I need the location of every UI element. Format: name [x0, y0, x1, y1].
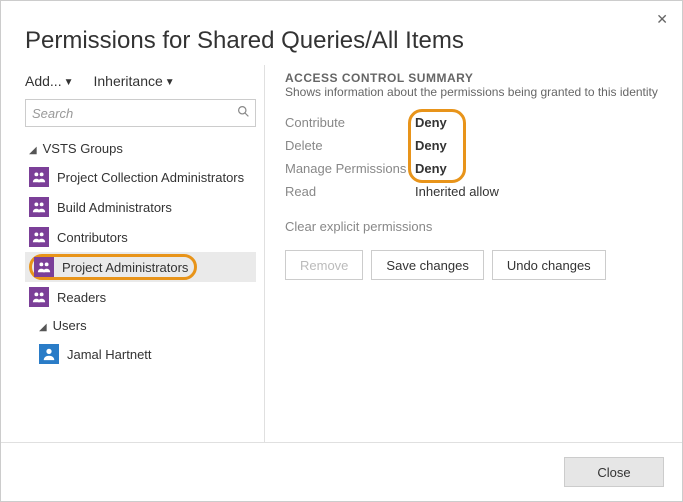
group-icon [29, 197, 49, 217]
group-icon [29, 167, 49, 187]
group-item-pca[interactable]: Project Collection Administrators [25, 162, 256, 192]
users-header[interactable]: ◢ Users [25, 312, 256, 339]
search-wrap [25, 99, 256, 127]
highlight-ring: Project Administrators [29, 254, 197, 280]
group-label: Build Administrators [57, 200, 172, 215]
group-item-readers[interactable]: Readers [25, 282, 256, 312]
identity-pane: Add...▼ Inheritance▼ ◢ VSTS Groups Proje… [25, 65, 265, 442]
perm-value-manage[interactable]: Deny [415, 161, 658, 176]
perm-value-delete[interactable]: Deny [415, 138, 658, 153]
search-input[interactable] [25, 99, 256, 127]
perm-label-manage: Manage Permissions [285, 161, 415, 176]
group-icon [34, 257, 54, 277]
group-item-build[interactable]: Build Administrators [25, 192, 256, 222]
perm-label-read: Read [285, 184, 415, 199]
group-item-contributors[interactable]: Contributors [25, 222, 256, 252]
group-label: Project Administrators [62, 260, 188, 275]
dialog-body: Add...▼ Inheritance▼ ◢ VSTS Groups Proje… [1, 65, 682, 442]
perm-value-contribute[interactable]: Deny [415, 115, 658, 130]
perm-value-read[interactable]: Inherited allow [415, 184, 658, 199]
search-icon [237, 105, 250, 121]
clear-permissions-link[interactable]: Clear explicit permissions [285, 219, 658, 234]
add-label: Add... [25, 73, 62, 89]
collapse-icon: ◢ [29, 145, 39, 156]
group-item-project-admins[interactable]: Project Administrators [25, 252, 256, 282]
inheritance-dropdown[interactable]: Inheritance▼ [94, 73, 175, 89]
perm-label-contribute: Contribute [285, 115, 415, 130]
group-icon [29, 227, 49, 247]
users-label: Users [53, 318, 87, 333]
save-changes-button[interactable]: Save changes [371, 250, 483, 280]
close-button[interactable]: Close [564, 457, 664, 487]
identity-toolbar: Add...▼ Inheritance▼ [25, 73, 256, 99]
vsts-groups-label: VSTS Groups [43, 141, 123, 156]
group-label: Project Collection Administrators [57, 170, 244, 185]
add-dropdown[interactable]: Add...▼ [25, 73, 74, 89]
remove-button[interactable]: Remove [285, 250, 363, 280]
permissions-pane: ACCESS CONTROL SUMMARY Shows information… [265, 65, 658, 442]
undo-changes-button[interactable]: Undo changes [492, 250, 606, 280]
group-icon [29, 287, 49, 307]
user-item-jamal[interactable]: Jamal Hartnett [25, 339, 256, 369]
caret-down-icon: ▼ [165, 77, 175, 88]
caret-down-icon: ▼ [64, 77, 74, 88]
group-label: Contributors [57, 230, 128, 245]
inheritance-label: Inheritance [94, 73, 163, 89]
acs-heading: ACCESS CONTROL SUMMARY [285, 71, 658, 85]
permissions-list: Contribute Deny Delete Deny Manage Permi… [285, 115, 658, 199]
user-avatar-icon [39, 344, 59, 364]
collapse-icon: ◢ [39, 322, 49, 333]
perm-label-delete: Delete [285, 138, 415, 153]
user-label: Jamal Hartnett [67, 347, 152, 362]
vsts-groups-header[interactable]: ◢ VSTS Groups [25, 135, 256, 162]
close-icon[interactable]: ✕ [656, 11, 668, 28]
dialog-footer: Close [1, 442, 682, 501]
acs-subtitle: Shows information about the permissions … [285, 85, 658, 99]
dialog-title: Permissions for Shared Queries/All Items [1, 1, 682, 65]
group-label: Readers [57, 290, 106, 305]
action-buttons: Remove Save changes Undo changes [285, 250, 658, 280]
permissions-dialog: ✕ Permissions for Shared Queries/All Ite… [0, 0, 683, 502]
